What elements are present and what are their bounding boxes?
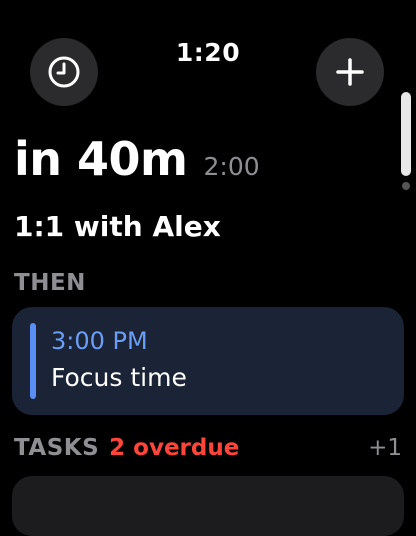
plus-icon: [336, 58, 364, 86]
scroll-thumb[interactable]: [401, 92, 411, 176]
scroll-indicator[interactable]: [401, 92, 411, 192]
next-event-title[interactable]: 1:1 with Alex: [14, 210, 221, 243]
then-event-title: Focus time: [51, 363, 187, 392]
add-button[interactable]: [316, 38, 384, 106]
then-event-time: 3:00 PM: [51, 327, 148, 355]
task-card[interactable]: [12, 476, 404, 536]
scroll-dot: [402, 182, 410, 190]
then-heading: THEN: [14, 270, 86, 296]
next-event-time: 2:00: [203, 152, 260, 181]
tasks-extra-count: +1: [368, 435, 402, 461]
then-event-card[interactable]: 3:00 PM Focus time: [12, 307, 404, 415]
status-bar: 1:20: [0, 0, 416, 110]
tasks-header[interactable]: TASKS 2 overdue +1: [14, 435, 402, 461]
countdown-text: in 40m: [14, 132, 188, 186]
tasks-label: TASKS: [14, 435, 100, 461]
tasks-overdue-badge: 2 overdue: [109, 435, 240, 461]
event-color-bar: [30, 323, 36, 399]
next-event-countdown-row[interactable]: in 40m 2:00: [14, 132, 260, 186]
